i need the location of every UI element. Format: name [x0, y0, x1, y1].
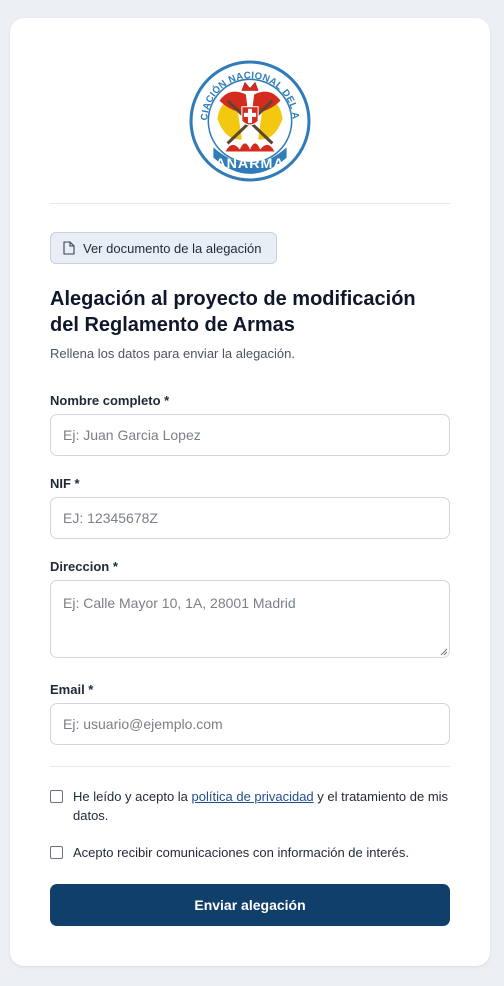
nif-input[interactable] — [50, 497, 450, 539]
direccion-label: Direccion * — [50, 559, 118, 574]
anarma-logo-image: ASOCIACIÓN NACIONAL DEL ARMA — [189, 60, 311, 182]
document-icon — [63, 241, 75, 255]
view-document-label: Ver documento de la alegación — [83, 240, 262, 256]
form-card: ASOCIACIÓN NACIONAL DEL ARMA — [10, 18, 490, 966]
email-input[interactable] — [50, 703, 450, 745]
view-document-button[interactable]: Ver documento de la alegación — [50, 232, 277, 264]
form-divider — [50, 766, 450, 767]
top-divider — [50, 203, 450, 204]
email-label: Email * — [50, 682, 94, 697]
privacy-prefix: He leído y acepto la — [73, 789, 192, 804]
page-subtitle: Rellena los datos para enviar la alegaci… — [50, 346, 295, 361]
nombre-input[interactable] — [50, 414, 450, 456]
privacy-consent-row: He leído y acepto la política de privaci… — [50, 787, 450, 825]
privacy-policy-link[interactable]: política de privacidad — [192, 789, 314, 804]
communications-consent-row: Acepto recibir comunicaciones con inform… — [50, 843, 450, 862]
privacy-consent-text: He leído y acepto la política de privaci… — [73, 787, 450, 825]
privacy-checkbox[interactable] — [50, 790, 63, 803]
logo-bottom-text: ANARMA — [215, 156, 284, 172]
resize-grip-icon[interactable] — [440, 648, 448, 656]
submit-button[interactable]: Enviar alegación — [50, 884, 450, 926]
communications-checkbox[interactable] — [50, 846, 63, 859]
page-title: Alegación al proyecto de modificación de… — [50, 288, 416, 336]
communications-consent-text: Acepto recibir comunicaciones con inform… — [73, 845, 410, 860]
anarma-logo: ASOCIACIÓN NACIONAL DEL ARMA — [50, 60, 450, 200]
nombre-label: Nombre completo * — [50, 393, 170, 408]
direccion-textarea[interactable] — [50, 580, 450, 658]
nif-label: NIF * — [50, 476, 80, 491]
